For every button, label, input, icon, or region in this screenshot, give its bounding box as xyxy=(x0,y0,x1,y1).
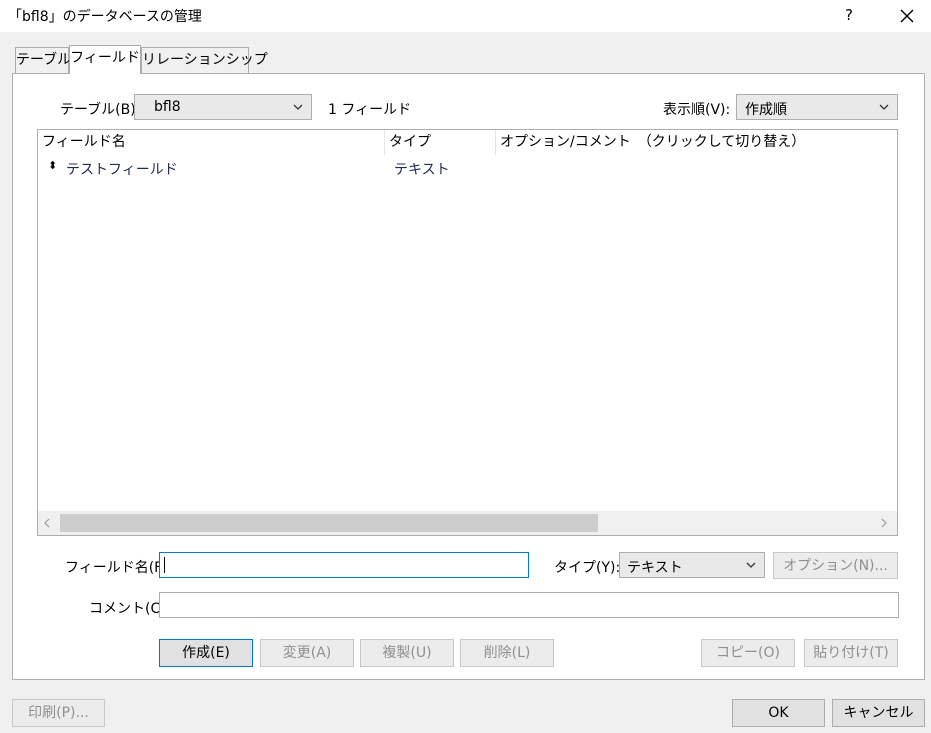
column-header-options[interactable]: オプション/コメント （クリックして切り替え） xyxy=(496,130,897,155)
table-row[interactable]: ⬍ テストフィールド テキスト xyxy=(38,156,897,180)
scroll-right-icon[interactable] xyxy=(879,517,889,529)
delete-button[interactable]: 削除(L) xyxy=(460,639,554,667)
options-button[interactable]: オプション(N)... xyxy=(773,552,898,579)
close-button[interactable] xyxy=(889,2,925,30)
sort-dropdown-value: 作成順 xyxy=(745,102,787,118)
tab-tables[interactable]: テーブル xyxy=(15,47,71,73)
table-label: テーブル(B): xyxy=(60,102,141,118)
row-field-type: テキスト xyxy=(394,162,450,178)
create-button[interactable]: 作成(E) xyxy=(159,639,253,667)
sort-dropdown[interactable]: 作成順 xyxy=(736,94,898,120)
type-dropdown[interactable]: テキスト xyxy=(619,552,765,578)
sort-label: 表示順(V): xyxy=(663,102,731,118)
ok-button[interactable]: OK xyxy=(732,699,825,727)
table-dropdown[interactable]: bfl8 xyxy=(134,94,312,120)
window-title: 「bfl8」のデータベースの管理 xyxy=(8,9,202,25)
tab-fields[interactable]: フィールド xyxy=(69,45,141,74)
chevron-down-icon xyxy=(746,562,756,568)
scrollbar-thumb[interactable] xyxy=(60,514,598,532)
type-label: タイプ(Y): xyxy=(554,560,621,576)
horizontal-scrollbar[interactable] xyxy=(38,511,897,535)
paste-button[interactable]: 貼り付け(T) xyxy=(804,639,898,667)
cancel-button[interactable]: キャンセル xyxy=(832,699,925,727)
change-button[interactable]: 変更(A) xyxy=(260,639,354,667)
help-button[interactable]: ? xyxy=(834,2,864,30)
text-cursor xyxy=(164,557,165,573)
duplicate-button[interactable]: 複製(U) xyxy=(360,639,454,667)
tab-relationships[interactable]: リレーションシップ xyxy=(141,47,268,73)
field-name-label: フィールド名(F): xyxy=(65,560,173,576)
column-header-type[interactable]: タイプ xyxy=(385,130,496,155)
chevron-down-icon xyxy=(293,104,303,110)
row-field-name: テストフィールド xyxy=(66,162,178,178)
drag-handle-icon[interactable]: ⬍ xyxy=(48,159,57,172)
scroll-left-icon[interactable] xyxy=(42,517,52,529)
type-dropdown-value: テキスト xyxy=(627,560,683,576)
field-count: 1 フィールド xyxy=(328,102,412,118)
fields-list[interactable]: フィールド名 タイプ オプション/コメント （クリックして切り替え） ⬍ テスト… xyxy=(37,129,898,536)
chevron-down-icon xyxy=(879,104,889,110)
print-button[interactable]: 印刷(P)... xyxy=(12,699,105,727)
copy-button[interactable]: コピー(O) xyxy=(701,639,795,667)
field-name-input[interactable] xyxy=(159,552,529,578)
table-dropdown-value: bfl8 xyxy=(154,99,181,115)
column-header-name[interactable]: フィールド名 xyxy=(38,130,385,155)
comment-input[interactable] xyxy=(159,592,899,618)
close-icon xyxy=(900,9,914,23)
